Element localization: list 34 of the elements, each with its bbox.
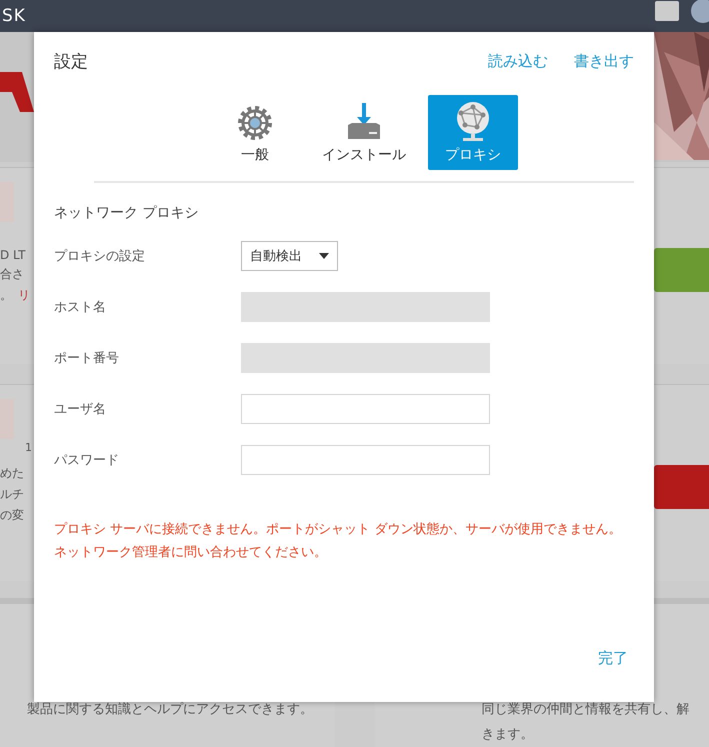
section-title: ネットワーク プロキシ [54, 204, 200, 222]
card-link[interactable]: リ [18, 287, 30, 304]
card-text: D LT [0, 248, 26, 262]
input-field[interactable] [241, 394, 490, 424]
error-message: プロキシ サーバに接続できません。ポートがシャット ダウン状態か、サーバが使用できません。ネットワーク管理者に問い合わせてください。 [54, 521, 622, 562]
proxy-dropdown[interactable]: 自動検出 [241, 241, 338, 271]
done-link[interactable]: 完了 [598, 649, 628, 668]
settings-tab[interactable]: インストール [319, 95, 409, 170]
card-button[interactable] [654, 465, 709, 509]
field-label: ポート番号 [54, 350, 120, 367]
card-text: 。 [0, 287, 12, 304]
field-label: プロキシの設定 [54, 248, 146, 265]
card-text: の変 [0, 507, 24, 524]
caret-icon [319, 253, 329, 259]
card-text: ルチ [0, 486, 24, 503]
field-label: ユーザ名 [54, 401, 107, 418]
field-label: ホスト名 [54, 299, 107, 316]
import-link[interactable]: 読み込む [488, 52, 548, 71]
field-label: パスワード [54, 452, 120, 469]
card-text: 合さ [0, 266, 25, 283]
settings-tab[interactable]: プロキシ [428, 95, 518, 170]
card-button[interactable] [654, 248, 709, 292]
export-link[interactable]: 書き出す [574, 52, 634, 71]
dialog-title: 設定 [54, 51, 88, 73]
avatar-icon[interactable] [689, 0, 709, 24]
card-text: 製品に関する知識とヘルプにアクセスできます。 [27, 701, 313, 718]
card-text: めた [0, 465, 24, 482]
card-text: きます。 [482, 726, 534, 743]
card-subtitle: 1 [25, 441, 32, 454]
settings-tab[interactable]: 一般 [210, 95, 300, 170]
input-field[interactable] [241, 445, 490, 475]
gear-icon [235, 103, 275, 143]
logo-text: SK [2, 6, 26, 26]
card-text: 同じ業界の仲間と情報を共有し、解 [482, 701, 690, 718]
